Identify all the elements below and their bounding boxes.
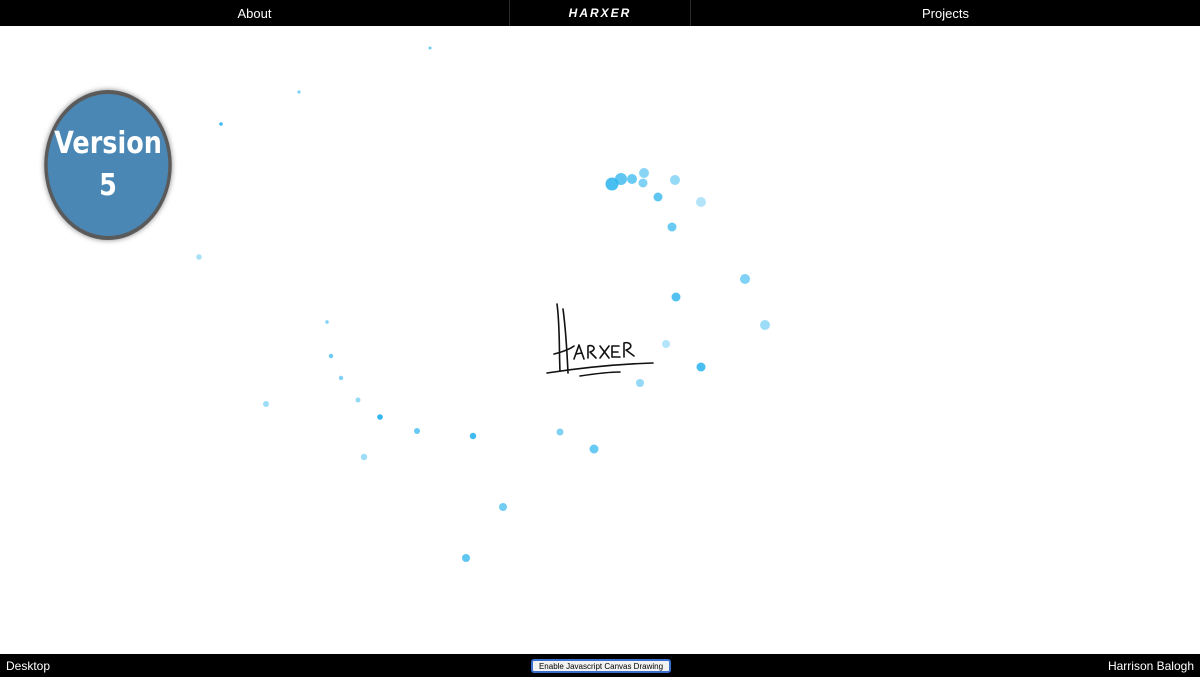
particle-dot	[670, 175, 680, 185]
drawing-canvas[interactable]: Version 5	[0, 26, 1200, 654]
particle-dot	[740, 274, 750, 284]
enable-canvas-drawing-button[interactable]: Enable Javascript Canvas Drawing	[531, 659, 671, 673]
author-name: Harrison Balogh	[1107, 659, 1194, 673]
particle-dot	[328, 353, 334, 359]
device-label: Desktop	[6, 659, 51, 673]
nav-logo[interactable]: HARXER	[510, 0, 691, 26]
particle-dot	[639, 168, 649, 178]
particle-dot	[428, 46, 432, 50]
version-badge: Version 5	[44, 90, 172, 240]
particle-dot	[615, 173, 627, 185]
nav-about-link[interactable]: About	[0, 0, 510, 26]
particle-dot	[696, 362, 706, 372]
particle-dot	[671, 292, 681, 302]
particle-dot	[469, 432, 477, 440]
particle-dot	[499, 503, 507, 511]
particle-dot	[338, 375, 344, 381]
particle-dot	[760, 320, 770, 330]
particle-dot	[263, 401, 269, 407]
bottom-bar: Desktop Enable Javascript Canvas Drawing…	[0, 654, 1200, 677]
particle-dot	[414, 428, 420, 434]
particle-dot	[219, 122, 223, 126]
particle-dot	[662, 340, 670, 348]
harxer-signature-logo	[546, 303, 654, 377]
particle-dot	[462, 554, 470, 562]
particle-dot	[696, 197, 706, 207]
particle-layer	[149, 46, 770, 562]
particle-dot	[636, 379, 644, 387]
particle-dot	[297, 90, 301, 94]
nav-projects-link[interactable]: Projects	[691, 0, 1200, 26]
version-number: 5	[99, 168, 117, 203]
particle-dot	[667, 222, 677, 232]
top-nav-bar: About HARXER Projects	[0, 0, 1200, 26]
version-label: Version	[54, 126, 162, 161]
particle-dot	[355, 397, 361, 403]
particle-dot	[589, 444, 599, 454]
particle-dot	[325, 320, 329, 324]
particle-dot	[627, 174, 637, 184]
particle-dot	[653, 192, 663, 202]
particle-dot	[360, 453, 368, 461]
particle-dot	[556, 428, 564, 436]
particle-dot	[196, 254, 202, 260]
particle-dot	[638, 178, 648, 188]
particle-dot	[377, 414, 383, 420]
